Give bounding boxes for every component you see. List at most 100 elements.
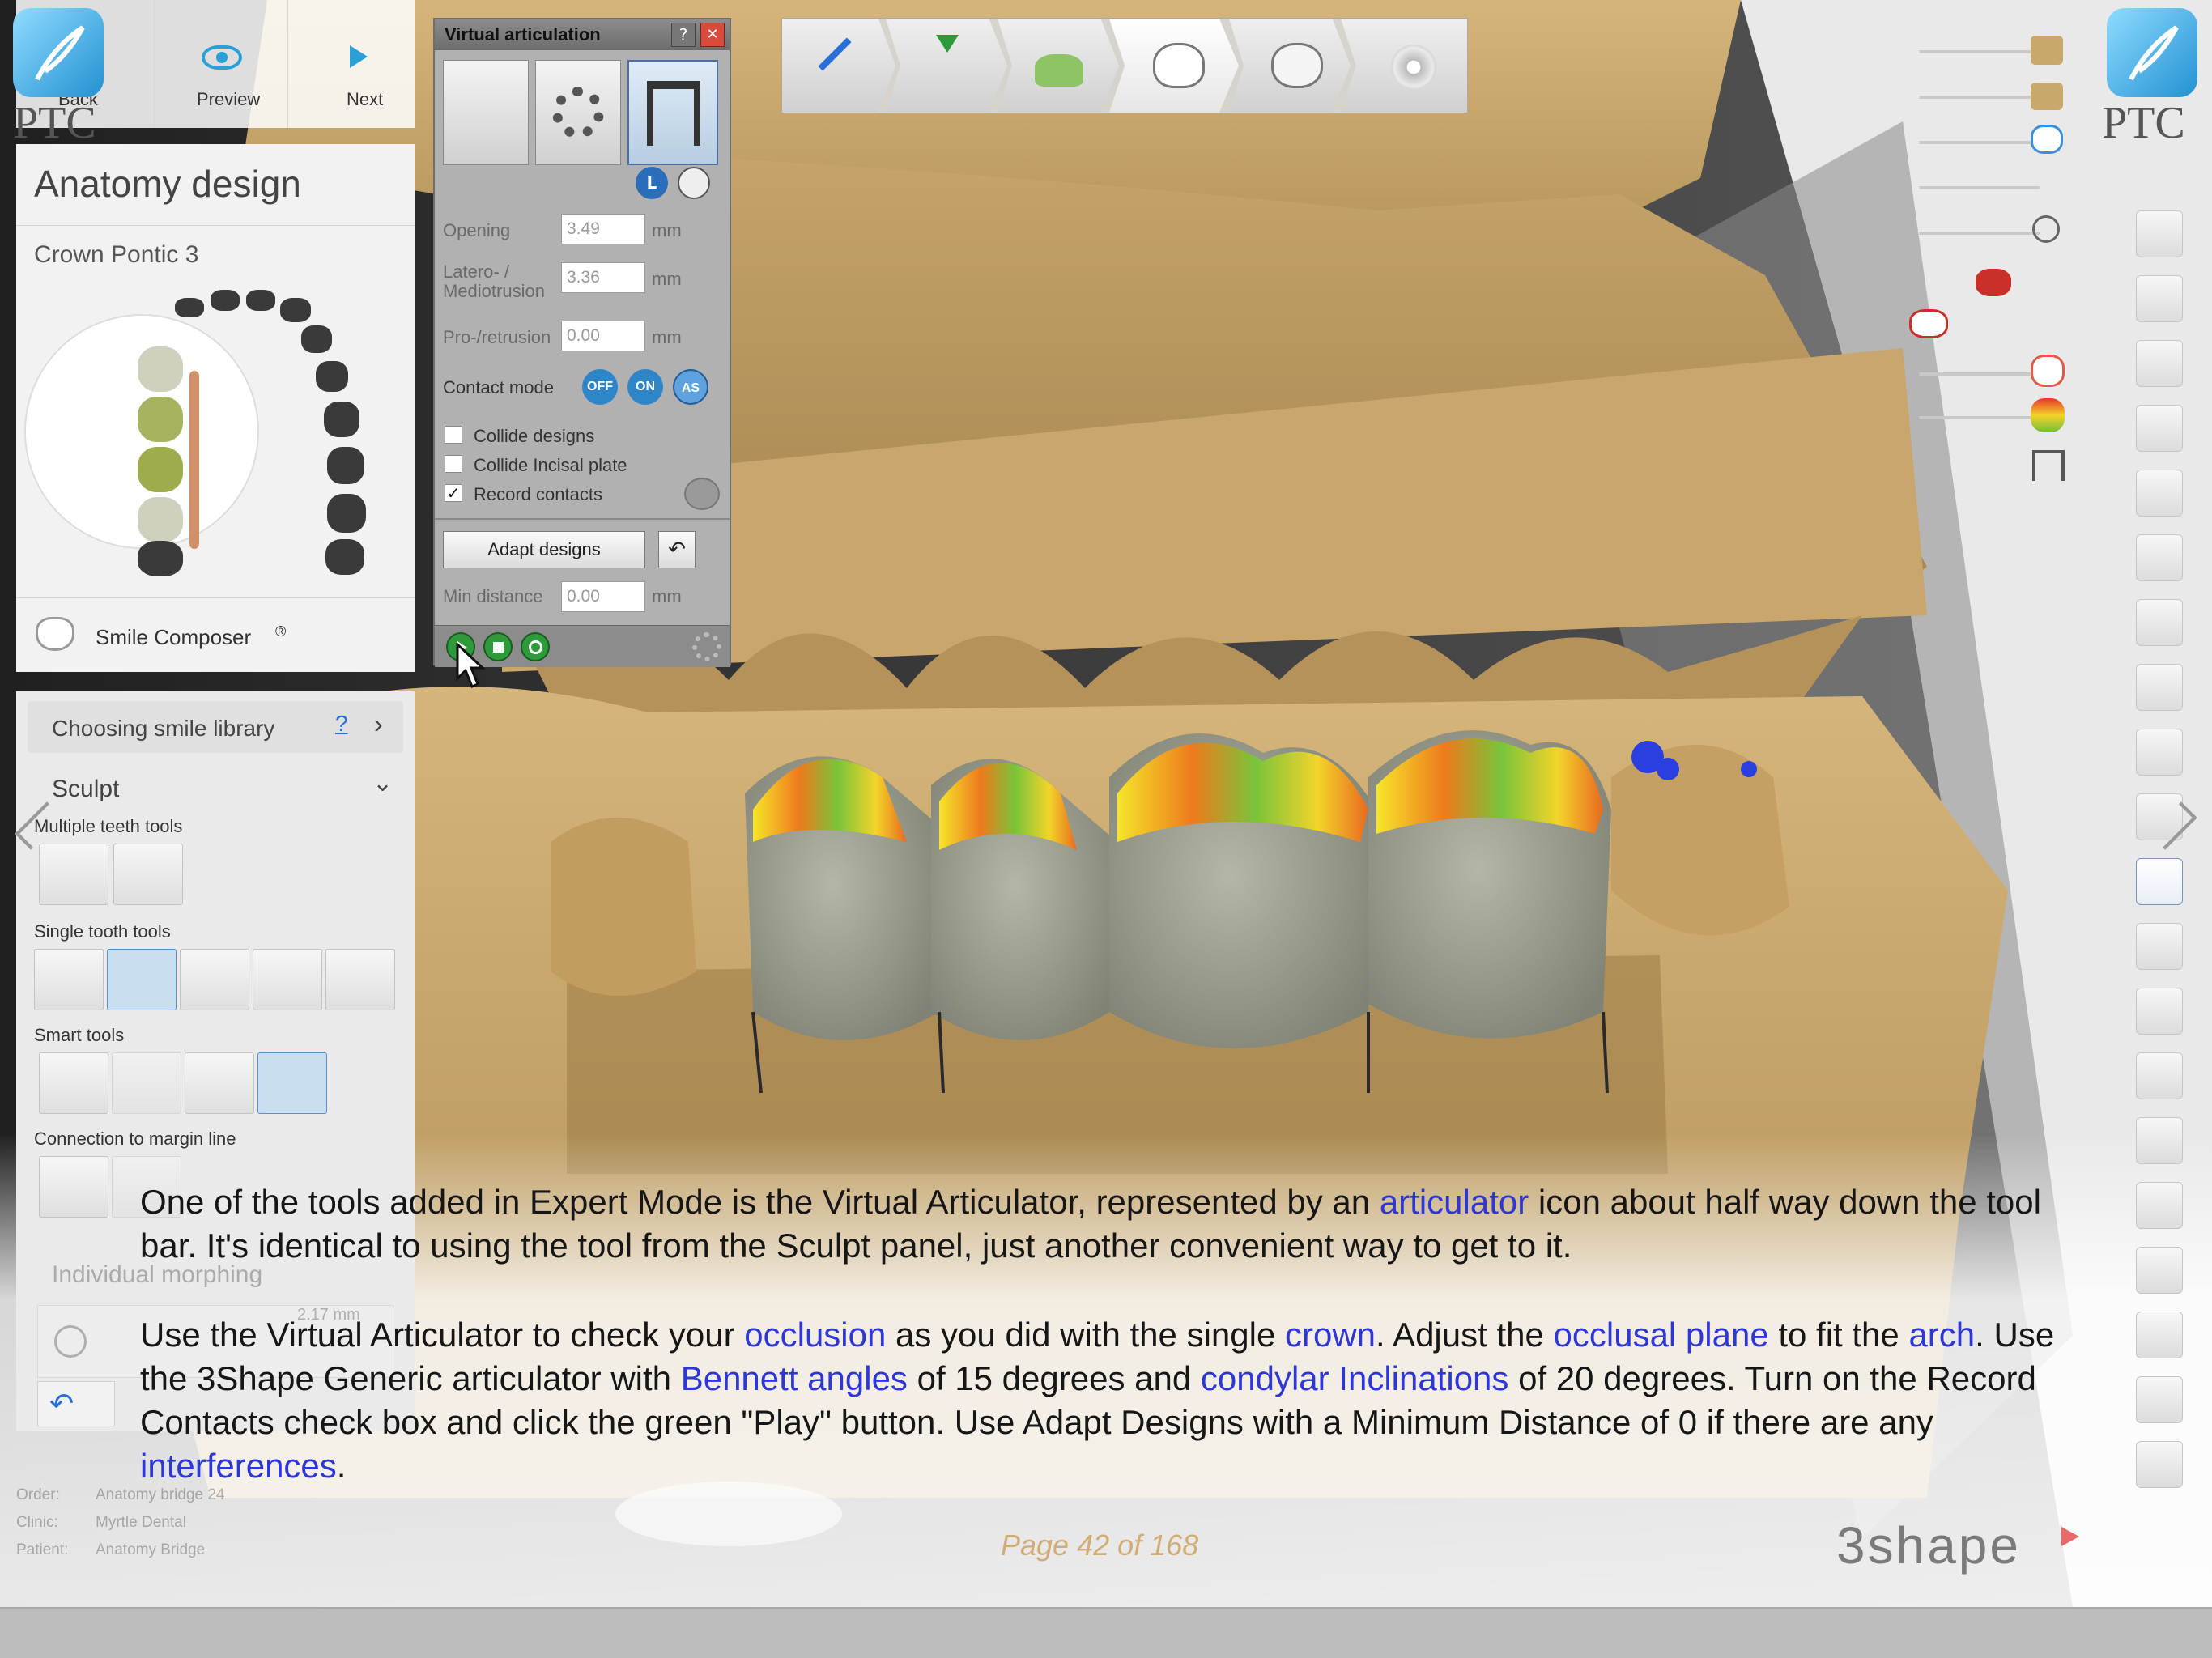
reset-button[interactable] [521, 632, 550, 661]
cutback-tool[interactable] [325, 949, 395, 1010]
va-tab-jaw[interactable] [443, 60, 529, 165]
tool-warning-icon[interactable] [2136, 1052, 2183, 1099]
registered-mark: ® [275, 623, 287, 640]
next-button[interactable]: Next [287, 0, 415, 128]
chevron-down-icon[interactable]: ⌄ [372, 769, 393, 797]
collide-incisal-checkbox[interactable] [445, 455, 462, 473]
tooth-icon[interactable] [138, 346, 183, 392]
tool-print-icon[interactable] [2136, 1441, 2183, 1488]
smart-tooth-tool[interactable] [185, 1052, 254, 1114]
tooth-icon[interactable] [280, 298, 311, 322]
va-help-button[interactable]: ? [671, 23, 696, 47]
adapt-undo-button[interactable]: ↶ [658, 531, 696, 568]
va-refresh-button[interactable] [678, 167, 710, 199]
latero-input[interactable]: 3.36 [561, 262, 645, 293]
tooth-icon[interactable] [301, 325, 332, 353]
tool-articulator-icon[interactable] [2136, 858, 2183, 905]
tool-wax-icon[interactable] [2136, 599, 2183, 646]
tooth-icon[interactable] [138, 447, 183, 492]
slider-cutter[interactable] [1919, 232, 2040, 235]
tooth-icon[interactable] [175, 298, 204, 317]
tool-cube-icon[interactable] [2136, 1247, 2183, 1294]
tooth-icon[interactable] [327, 447, 364, 484]
step-insertion[interactable] [886, 19, 1007, 113]
smooth-tool[interactable] [253, 949, 322, 1010]
tool-view-top-icon[interactable] [2136, 470, 2183, 517]
tool-pen-icon[interactable] [2136, 534, 2183, 581]
margin-disconnect-tool[interactable] [112, 1156, 181, 1218]
tool-ruler-icon[interactable] [2136, 1376, 2183, 1423]
library-label: Choosing smile library [52, 716, 275, 741]
va-settings-button[interactable] [692, 632, 721, 661]
margin-connect-tool[interactable] [39, 1156, 108, 1218]
slider-design[interactable] [1919, 141, 2040, 144]
tooth-icon[interactable] [324, 402, 359, 437]
smile-composer-row[interactable]: Smile Composer ® [16, 599, 415, 672]
morphing-row[interactable]: Individual morphing [28, 1250, 403, 1299]
smart-disabled-tool[interactable] [112, 1052, 181, 1114]
tooth-icon[interactable] [316, 361, 348, 392]
slider-antagonist[interactable] [1919, 96, 2040, 99]
tooth-icon[interactable] [211, 290, 240, 311]
margin-label: Connection to margin line [34, 1129, 236, 1149]
tooth-icon[interactable] [138, 541, 183, 576]
library-row[interactable]: Choosing smile library ? › [28, 701, 403, 753]
multi-tooth-move-tool[interactable] [39, 844, 108, 905]
crown-teeth[interactable] [745, 730, 1611, 1048]
collide-designs-checkbox[interactable] [445, 426, 462, 444]
mouse-cursor-icon [456, 643, 486, 688]
tooth-icon[interactable] [246, 290, 275, 311]
add-remove-tool[interactable] [180, 949, 249, 1010]
tooth-icon[interactable] [138, 497, 183, 542]
library-help-icon[interactable]: ? [335, 711, 348, 737]
record-contacts-checkbox[interactable]: ✓ [445, 484, 462, 502]
min-distance-input[interactable]: 0.00 [561, 581, 645, 612]
eye-toggle-icon[interactable] [684, 478, 720, 510]
va-lock-button[interactable]: L [636, 167, 668, 199]
morph-control[interactable]: 2.17 mm [37, 1305, 393, 1378]
pro-retrusion-label: Pro-/retrusion [443, 327, 551, 347]
opening-input[interactable]: 3.49 [561, 214, 645, 244]
undo-button[interactable]: ↶ [37, 1381, 115, 1426]
tool-view-front-icon[interactable] [2136, 275, 2183, 322]
articulator-tool[interactable] [257, 1052, 327, 1114]
tool-camera-icon[interactable] [2136, 1182, 2183, 1229]
contact-mode-on[interactable]: ON [627, 369, 663, 405]
tool-measure-icon[interactable] [2136, 664, 2183, 711]
sculpt-header[interactable]: Sculpt ⌄ [28, 764, 403, 813]
tooth-icon[interactable] [138, 397, 183, 442]
slider-coping[interactable] [1919, 186, 2040, 189]
wax-knife-tool[interactable] [107, 949, 177, 1010]
contact-mode-off[interactable]: OFF [582, 369, 618, 405]
va-tab-articulator[interactable] [627, 60, 718, 165]
tooth-selector[interactable] [16, 282, 415, 597]
smart-morph-tool[interactable] [39, 1052, 108, 1114]
collide-incisal-label: Collide Incisal plate [474, 455, 627, 475]
tool-display-icon[interactable] [2136, 1117, 2183, 1164]
tool-view-right-icon[interactable] [2136, 405, 2183, 452]
cad-viewport[interactable]: Back Preview Next PTC PTC Anatomy design… [0, 0, 2212, 1607]
pro-retrusion-input[interactable]: 0.00 [561, 321, 645, 351]
tooth-icon[interactable] [325, 539, 364, 575]
tool-view-left-icon[interactable] [2136, 340, 2183, 387]
multi-tooth-scale-tool[interactable] [113, 844, 183, 905]
contact-mode-as[interactable]: AS [673, 369, 708, 405]
slider-heatmap[interactable] [1919, 416, 2040, 419]
adapt-designs-button[interactable]: Adapt designs [443, 531, 645, 568]
slider-gingiva[interactable] [1919, 372, 2040, 376]
tool-tooth-icon[interactable] [2136, 729, 2183, 776]
chevron-right-icon[interactable]: › [374, 709, 383, 739]
single-move-tool[interactable] [34, 949, 104, 1010]
va-close-button[interactable]: ✕ [700, 23, 725, 47]
preview-button[interactable]: Preview [154, 0, 283, 128]
tool-face-icon[interactable] [2136, 988, 2183, 1035]
slider-upper-jaw[interactable] [1919, 50, 2040, 53]
va-titlebar[interactable]: Virtual articulation ? ✕ [435, 19, 730, 50]
left-panel: Anatomy design Crown Pontic 3 Smile Comp… [16, 144, 415, 1431]
tooth-icon[interactable] [327, 494, 366, 533]
tool-graduation-icon[interactable] [2136, 210, 2183, 257]
va-tab-settings[interactable] [535, 60, 621, 165]
tool-crosshair-icon[interactable] [2136, 1312, 2183, 1358]
step-margin[interactable] [782, 19, 895, 113]
tool-cylinder-icon[interactable] [2136, 923, 2183, 970]
